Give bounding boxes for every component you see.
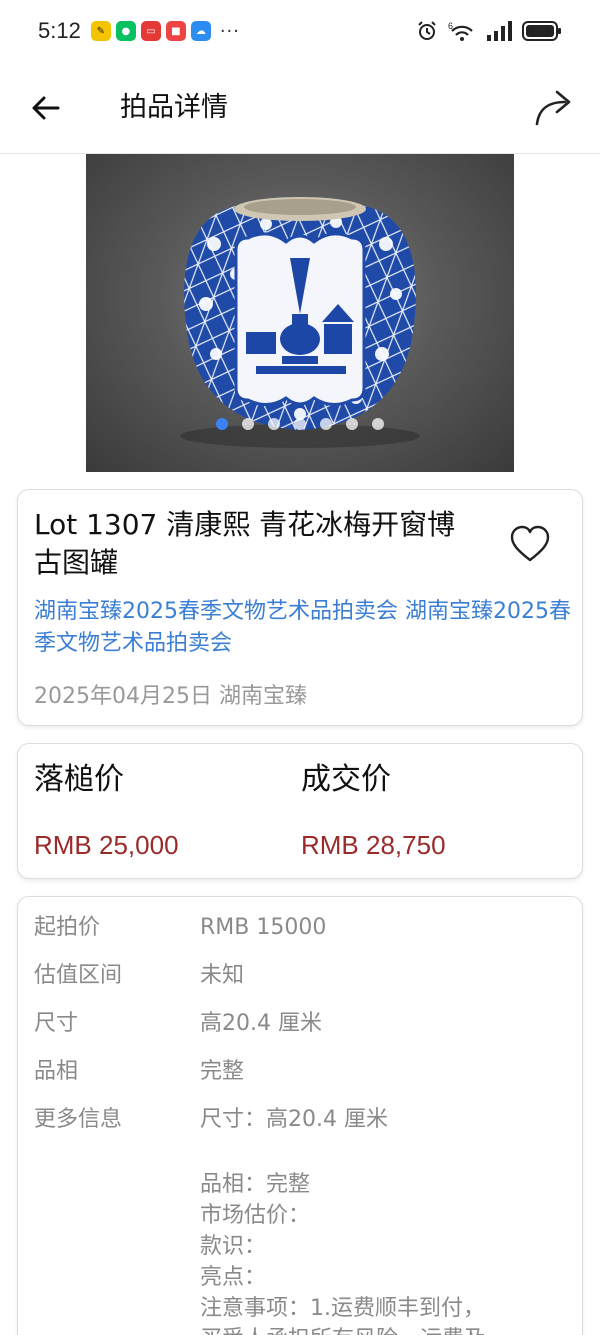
hammer-price-value: RMB 25,000 (34, 830, 179, 860)
carousel-dot[interactable] (242, 418, 254, 430)
detail-card: 起拍价 RMB 15000 估值区间 未知 尺寸 高20.4 厘米 品相 完整 … (17, 896, 583, 1335)
share-button[interactable] (532, 86, 576, 130)
alarm-icon (418, 21, 436, 40)
price-card: 落槌价 RMB 25,000 成交价 RMB 28,750 (17, 743, 583, 879)
carousel-dot[interactable] (216, 418, 228, 430)
notification-icons: ✎ ● ▭ ■ ☁ ··· (90, 20, 240, 42)
battery-icon (522, 21, 561, 41)
more-info-notes-cont: 买受人承担所有风险，运费及 (200, 1324, 560, 1335)
more-info-marks: 款识： (200, 1234, 267, 1259)
weather-icon: ☁ (190, 21, 211, 41)
lot-date-house: 2025年04月25日 湖南宝臻 (34, 684, 307, 709)
more-info-details: 品相：完整 市场估价： 款识： 亮点： 注意事项：1.运费顺丰到付， 买受人承担… (200, 1169, 560, 1335)
more-info-notes: 注意事项：1.运费顺丰到付， (200, 1296, 485, 1321)
carousel-dot[interactable] (346, 418, 358, 430)
more-info-label: 更多信息 (34, 1107, 123, 1132)
more-info-size: 尺寸：高20.4 厘米 (200, 1107, 388, 1132)
cellular-signal-icon (487, 21, 512, 41)
size-value: 高20.4 厘米 (200, 1011, 322, 1036)
wechat-icon: ● (115, 21, 136, 41)
back-arrow-icon (32, 96, 60, 120)
back-button[interactable] (28, 90, 64, 126)
share-arrow-icon (535, 90, 571, 126)
lot-title: Lot 1307 清康熙 青花冰梅开窗博古图罐 (34, 508, 456, 579)
more-info-condition: 品相：完整 (200, 1172, 311, 1197)
lot-image-carousel[interactable] (86, 154, 514, 472)
carousel-dot[interactable] (294, 418, 306, 430)
page-title: 拍品详情 (120, 92, 228, 123)
condition-value: 完整 (200, 1059, 245, 1084)
carousel-dots (86, 418, 514, 430)
size-label: 尺寸 (34, 1011, 79, 1036)
app-notification-icon: ✎ (90, 21, 111, 41)
heart-icon (510, 525, 550, 562)
lot-info-card: Lot 1307 清康熙 青花冰梅开窗博古图罐 湖南宝臻2025春季文物艺术品拍… (17, 489, 583, 726)
app-red-square-icon: ■ (165, 21, 186, 41)
carousel-dot[interactable] (372, 418, 384, 430)
start-price-label: 起拍价 (34, 915, 101, 940)
carousel-dot[interactable] (268, 418, 280, 430)
app-header: 拍品详情 (0, 62, 600, 154)
system-status: 6 (416, 20, 562, 42)
condition-label: 品相 (34, 1059, 79, 1084)
estimate-value: 未知 (200, 963, 245, 988)
status-bar: 5:12 ✎ ● ▭ ■ ☁ ··· 6 (0, 0, 600, 62)
estimate-label: 估值区间 (34, 963, 123, 988)
more-info-estimate: 市场估价： (200, 1203, 311, 1228)
more-notifications-icon: ··· (219, 20, 240, 42)
start-price-value: RMB 15000 (200, 915, 327, 940)
wifi-icon: 6 (448, 21, 473, 41)
favorite-button[interactable] (508, 522, 552, 566)
hammer-price-label: 落槌价 (34, 762, 124, 797)
deal-price-group: 成交价 RMB 28,750 (301, 760, 446, 862)
more-info-highlights: 亮点： (200, 1265, 267, 1290)
deal-price-label: 成交价 (301, 762, 391, 797)
auction-link[interactable]: 湖南宝臻2025春季文物艺术品拍卖会 湖南宝臻2025春季文物艺术品拍卖会 (34, 596, 574, 660)
deal-price-value: RMB 28,750 (301, 830, 446, 860)
hammer-price-group: 落槌价 RMB 25,000 (34, 760, 179, 862)
app-red-icon: ▭ (140, 21, 161, 41)
carousel-dot[interactable] (320, 418, 332, 430)
status-time: 5:12 (38, 18, 81, 43)
